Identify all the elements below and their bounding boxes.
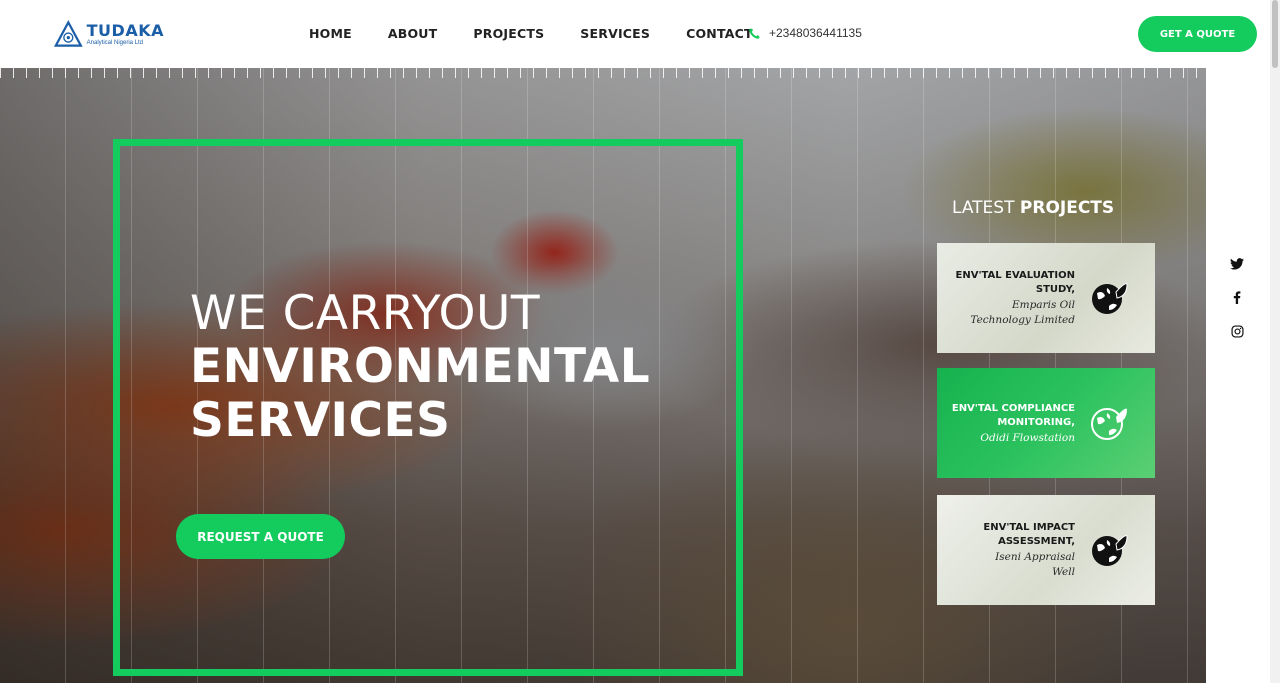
hero-banner: WE CARRYOUT ENVIRONMENTAL SERVICES REQUE… [0,68,1206,683]
hero-ruler-decoration [0,68,1206,78]
project-card-title: ENV'TAL COMPLIANCE [951,402,1075,414]
project-card-subtitle: Iseni Appraisal [995,551,1075,563]
main-nav: HOME ABOUT PROJECTS SERVICES CONTACT [309,26,789,41]
brand-name: TUDAKA [86,20,164,40]
logo-triangle-icon [54,20,83,47]
phone-icon [749,27,760,39]
hero-line-3: SERVICES [190,393,451,448]
twitter-icon[interactable] [1229,256,1245,272]
project-card-title: STUDY, [1035,284,1075,295]
project-card-1[interactable]: ENV'TAL EVALUATION STUDY, Emparis Oil Te… [937,243,1155,353]
instagram-icon[interactable] [1229,323,1245,339]
latest-heading-bold: PROJECTS [1019,198,1115,218]
hero-line-2: ENVIRONMENTAL [190,339,651,394]
nav-projects[interactable]: PROJECTS [473,26,544,41]
project-card-subtitle: Technology Limited [970,314,1075,326]
project-card-subtitle: Emparis Oil [1011,299,1075,311]
latest-projects-heading: LATEST PROJECTS [952,198,1114,218]
project-card-title: MONITORING, [997,416,1075,428]
hero-headline: WE CARRYOUT ENVIRONMENTAL SERVICES [190,288,650,448]
get-a-quote-button[interactable]: GET A QUOTE [1138,16,1257,52]
project-card-3[interactable]: ENV'TAL IMPACT ASSESSMENT, Iseni Apprais… [937,495,1155,605]
phone-contact[interactable]: +2348036441135 [748,26,862,40]
nav-about[interactable]: ABOUT [388,26,438,41]
phone-number: +2348036441135 [769,26,862,40]
request-a-quote-button[interactable]: REQUEST A QUOTE [176,514,345,559]
nav-contact[interactable]: CONTACT [686,26,753,41]
project-card-2[interactable]: ENV'TAL COMPLIANCE MONITORING, Odidi Flo… [937,368,1155,478]
project-card-title: ENV'TAL EVALUATION [955,270,1075,281]
project-card-subtitle: Well [1052,566,1075,578]
globe-leaf-icon [1091,408,1127,440]
latest-heading-light: LATEST [952,198,1020,218]
project-card-title: ASSESSMENT, [998,536,1075,547]
project-card-title: ENV'TAL IMPACT [983,522,1075,533]
nav-home[interactable]: HOME [309,26,352,41]
facebook-icon[interactable] [1229,289,1245,305]
project-card-subtitle: Odidi Flowstation [980,431,1075,444]
site-header: TUDAKA Analytical Nigeria Ltd HOME ABOUT… [0,0,1270,68]
globe-leaf-icon [1092,535,1128,566]
scrollbar-thumb[interactable] [1272,0,1278,68]
nav-services[interactable]: SERVICES [580,26,650,41]
scrollbar[interactable] [1270,0,1280,683]
brand-logo[interactable]: TUDAKA Analytical Nigeria Ltd [54,18,164,50]
brand-tagline: Analytical Nigeria Ltd [86,39,144,46]
hero-line-1: WE CARRYOUT [190,286,541,341]
globe-leaf-icon [1092,283,1128,314]
